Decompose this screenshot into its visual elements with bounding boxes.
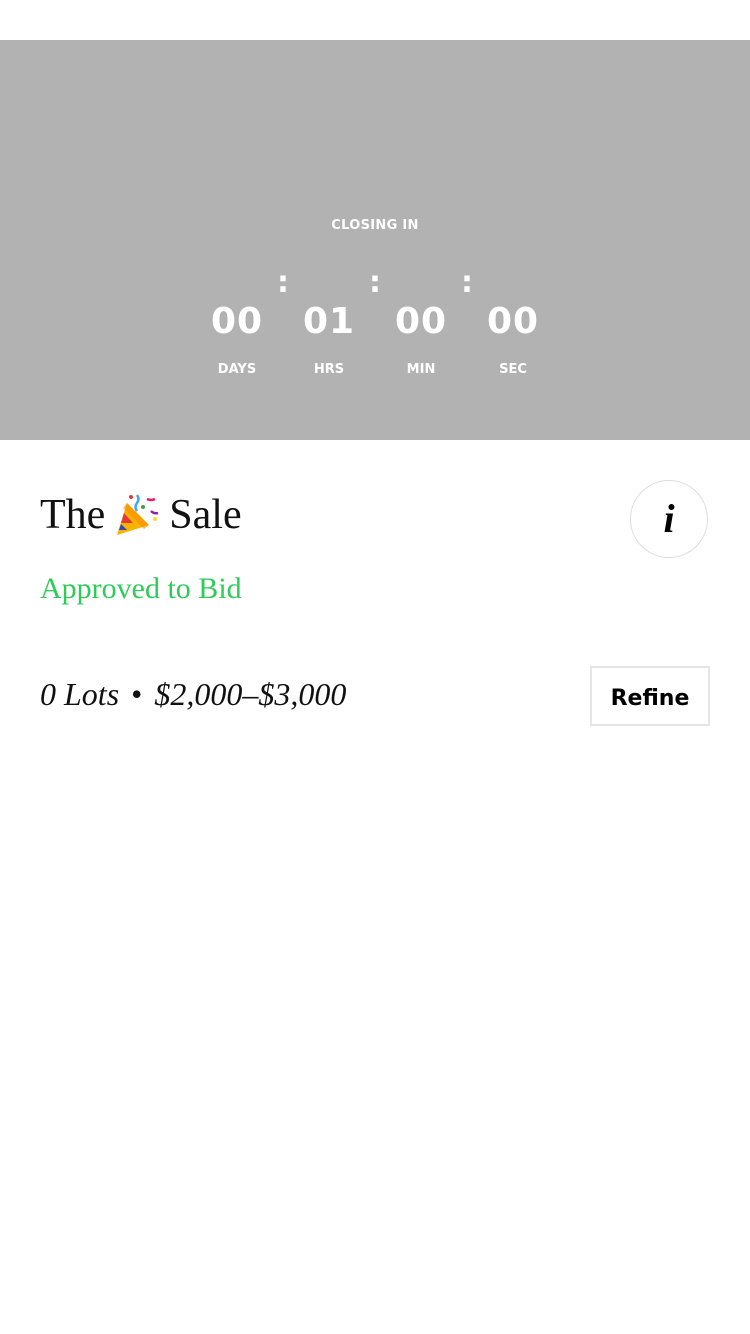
countdown-separator: : — [369, 265, 381, 300]
lot-count: 0 Lots — [40, 676, 120, 712]
hours-label: HRS — [313, 362, 345, 377]
minutes-label: MIN — [406, 362, 436, 377]
countdown-separator: : — [461, 265, 473, 300]
minutes-value: 00 — [394, 301, 448, 342]
info-button[interactable]: i — [630, 480, 708, 558]
days-label: DAYS — [217, 362, 257, 377]
info-icon: i — [663, 496, 675, 541]
closing-in-label: CLOSING IN — [331, 218, 419, 233]
estimate-range: $2,000–$3,000 — [154, 676, 347, 712]
countdown-banner — [0, 40, 750, 440]
bullet-separator: • — [131, 676, 143, 712]
bid-status: Approved to Bid — [40, 572, 242, 605]
hours-value: 01 — [302, 301, 356, 342]
sale-title-prefix: The — [40, 492, 106, 538]
days-value: 00 — [210, 301, 264, 342]
lots-summary: 0 Lots • $2,000–$3,000 — [40, 676, 346, 713]
sale-title: The Sale — [40, 488, 242, 542]
countdown-separator: : — [277, 265, 289, 300]
refine-button[interactable]: Refine — [590, 666, 710, 726]
sale-title-suffix: Sale — [169, 492, 242, 538]
seconds-label: SEC — [499, 362, 527, 377]
seconds-value: 00 — [486, 301, 540, 342]
party-popper-icon — [113, 491, 161, 539]
